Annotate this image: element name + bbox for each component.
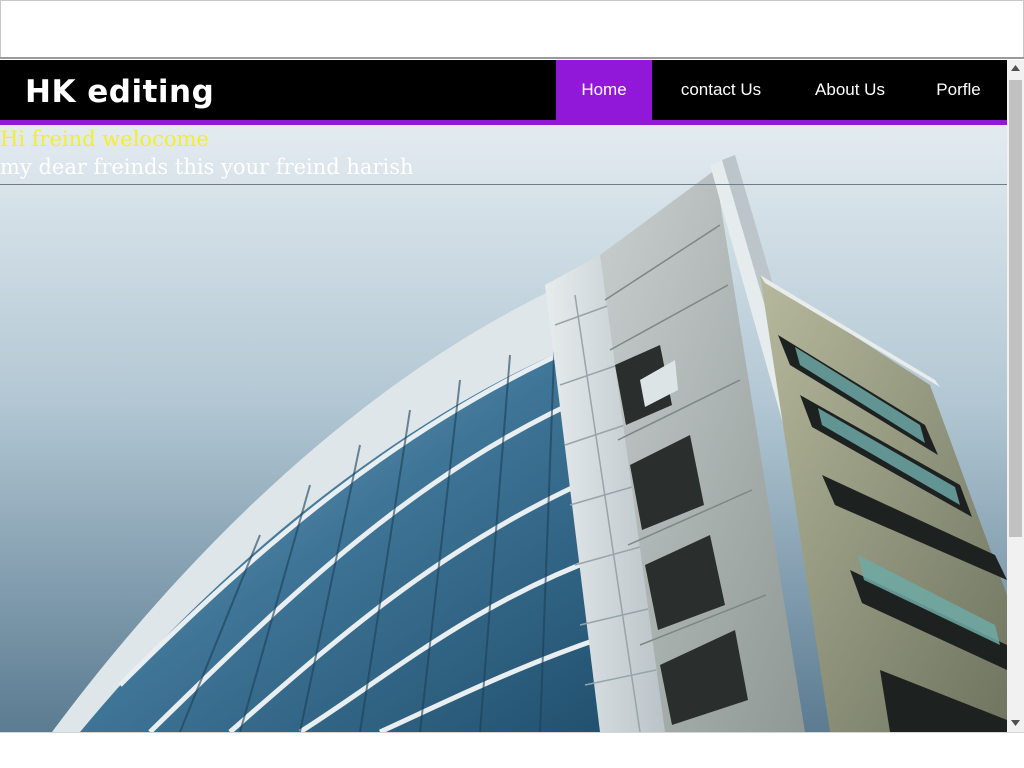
greeting-block: Hi freind welocome my dear freinds this … [0, 125, 1007, 185]
nav-item-profile[interactable]: Porfle [910, 60, 1007, 120]
browser-top-area [0, 0, 1024, 59]
scroll-thumb[interactable] [1009, 80, 1022, 537]
site-logo[interactable]: HK editing [25, 72, 214, 112]
nav-item-about-us[interactable]: About Us [790, 60, 910, 120]
top-frame [0, 0, 1024, 57]
nav-item-contact-us[interactable]: contact Us [652, 60, 790, 120]
page-content: HK editing Home contact Us About Us Porf… [0, 60, 1007, 732]
nav-item-home[interactable]: Home [556, 60, 652, 120]
greeting-title: Hi freind welocome [0, 127, 209, 151]
greeting-subtitle: my dear freinds this your freind harish [0, 155, 414, 179]
scroll-down-arrow-icon[interactable] [1007, 715, 1024, 732]
building-illustration [0, 125, 1007, 732]
scroll-up-arrow-icon[interactable] [1007, 60, 1024, 77]
main-nav: Home contact Us About Us Porfle [556, 60, 1007, 120]
page-viewport: HK editing Home contact Us About Us Porf… [0, 60, 1024, 732]
vertical-scrollbar[interactable] [1007, 60, 1024, 732]
browser-bottom-area [0, 732, 1024, 768]
hero-image: Hi freind welocome my dear freinds this … [0, 125, 1007, 732]
site-header: HK editing Home contact Us About Us Porf… [0, 60, 1007, 120]
